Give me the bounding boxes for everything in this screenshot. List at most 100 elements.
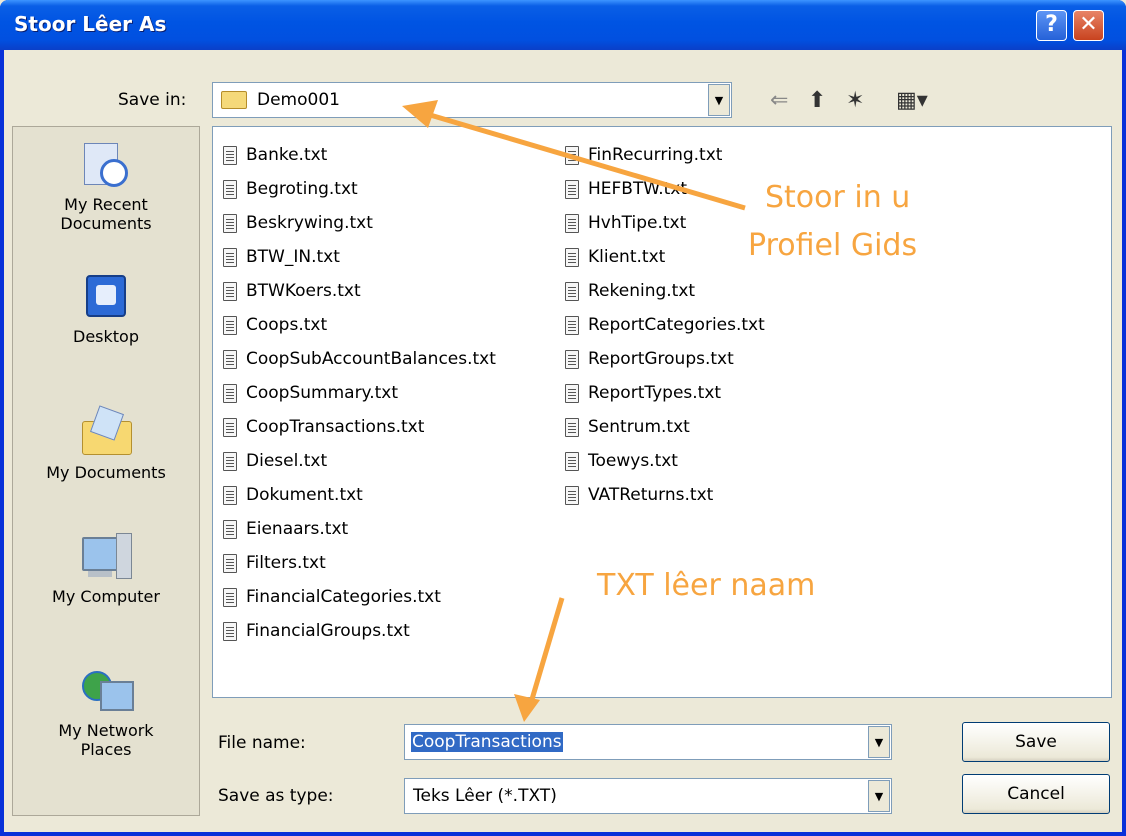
file-item[interactable]: BTWKoers.txt [223, 278, 361, 304]
text-file-icon [223, 145, 237, 165]
text-file-icon [223, 281, 237, 301]
file-item[interactable]: BTW_IN.txt [223, 244, 340, 270]
file-name-text: FinRecurring.txt [588, 145, 723, 165]
help-button[interactable]: ? [1036, 10, 1067, 41]
file-item[interactable]: Diesel.txt [223, 448, 327, 474]
file-item[interactable]: HEFBTW.txt [565, 176, 687, 202]
text-file-icon [223, 383, 237, 403]
file-name-text: FinancialCategories.txt [246, 587, 441, 607]
view-menu-icon[interactable]: ▦▾ [896, 88, 928, 113]
annotation-save-in-1: Stoor in u [765, 180, 911, 215]
text-file-icon [223, 417, 237, 437]
file-item[interactable]: FinancialCategories.txt [223, 584, 441, 610]
file-item[interactable]: ReportCategories.txt [565, 312, 765, 338]
file-list[interactable]: Banke.txt Begroting.txt Beskrywing.txt BTW_… [212, 126, 1112, 698]
text-file-icon [223, 587, 237, 607]
file-item[interactable]: CoopSummary.txt [223, 380, 398, 406]
file-item[interactable]: Klient.txt [565, 244, 665, 270]
place-my-documents[interactable]: My Documents [13, 405, 199, 482]
desktop-icon [78, 273, 134, 323]
title-bar[interactable]: Stoor Lêer As ? ✕ [0, 0, 1126, 50]
file-item[interactable]: HvhTipe.txt [565, 210, 686, 236]
file-name-text: Filters.txt [246, 553, 326, 573]
my-computer-icon [78, 533, 134, 583]
file-name-text: CoopSummary.txt [246, 383, 398, 403]
new-folder-icon[interactable]: ✶ [846, 88, 864, 113]
file-item[interactable]: FinRecurring.txt [565, 142, 722, 168]
text-file-icon [565, 247, 579, 267]
file-item[interactable]: FinancialGroups.txt [223, 618, 410, 644]
file-name-text: CoopTransactions.txt [246, 417, 425, 437]
file-item[interactable]: ReportGroups.txt [565, 346, 734, 372]
text-file-icon [223, 213, 237, 233]
file-item[interactable]: Toewys.txt [565, 448, 678, 474]
text-file-icon [223, 519, 237, 539]
recent-documents-icon [78, 141, 134, 191]
place-recent-documents[interactable]: My Recent Documents [13, 141, 199, 233]
text-file-icon [223, 315, 237, 335]
file-name-value: CoopTransactions [411, 732, 563, 752]
file-item[interactable]: Sentrum.txt [565, 414, 690, 440]
place-label: My Recent Documents [60, 195, 152, 233]
file-name-text: Banke.txt [246, 145, 328, 165]
file-name-text: Begroting.txt [246, 179, 358, 199]
text-file-icon [565, 315, 579, 335]
text-file-icon [223, 179, 237, 199]
text-file-icon [223, 451, 237, 471]
file-name-text: HvhTipe.txt [588, 213, 687, 233]
place-label: My Computer [52, 587, 160, 606]
annotation-save-in-2: Profiel Gids [748, 228, 918, 263]
file-name-text: BTWKoers.txt [246, 281, 361, 301]
file-name-label: File name: [218, 733, 306, 753]
save-in-dropdown[interactable]: Demo001 ▼ [212, 82, 732, 118]
up-folder-icon[interactable]: ⬆ [808, 88, 826, 113]
chevron-down-icon[interactable]: ▼ [708, 84, 730, 116]
text-file-icon [565, 349, 579, 369]
save-type-label: Save as type: [218, 786, 334, 806]
file-item[interactable]: ReportTypes.txt [565, 380, 721, 406]
folder-icon [221, 91, 247, 109]
text-file-icon [565, 145, 579, 165]
text-file-icon [565, 179, 579, 199]
text-file-icon [223, 349, 237, 369]
file-item[interactable]: CoopSubAccountBalances.txt [223, 346, 496, 372]
save-type-dropdown[interactable]: Teks Lêer (*.TXT) ▼ [404, 778, 892, 814]
close-button[interactable]: ✕ [1073, 10, 1104, 41]
file-name-text: ReportTypes.txt [588, 383, 722, 403]
file-item[interactable]: Beskrywing.txt [223, 210, 373, 236]
back-icon[interactable]: ⇐ [770, 88, 788, 113]
place-desktop[interactable]: Desktop [13, 273, 199, 346]
file-item[interactable]: Eienaars.txt [223, 516, 348, 542]
text-file-icon [223, 621, 237, 641]
cancel-button[interactable]: Cancel [962, 774, 1110, 814]
file-item[interactable]: Banke.txt [223, 142, 327, 168]
file-item[interactable]: Dokument.txt [223, 482, 363, 508]
window-title: Stoor Lêer As [14, 12, 167, 36]
file-name-text: HEFBTW.txt [588, 179, 688, 199]
file-name-dropdown-icon[interactable]: ▼ [868, 726, 890, 758]
save-button[interactable]: Save [962, 722, 1110, 762]
file-name-text: BTW_IN.txt [246, 247, 340, 267]
file-name-text: VATReturns.txt [588, 485, 714, 505]
save-type-dropdown-icon[interactable]: ▼ [868, 780, 890, 812]
file-name-text: Beskrywing.txt [246, 213, 373, 233]
file-name-text: Toewys.txt [588, 451, 678, 471]
file-name-field[interactable]: CoopTransactions ▼ [404, 724, 892, 760]
file-name-text: ReportCategories.txt [588, 315, 765, 335]
file-item[interactable]: CoopTransactions.txt [223, 414, 424, 440]
place-label: My Documents [46, 463, 166, 482]
file-name-text: Sentrum.txt [588, 417, 690, 437]
file-item[interactable]: Rekening.txt [565, 278, 695, 304]
place-network[interactable]: My Network Places [13, 667, 199, 759]
text-file-icon [223, 485, 237, 505]
file-item[interactable]: Filters.txt [223, 550, 326, 576]
file-item[interactable]: VATReturns.txt [565, 482, 713, 508]
file-name-text: Klient.txt [588, 247, 666, 267]
file-name-text: Rekening.txt [588, 281, 696, 301]
file-item[interactable]: Begroting.txt [223, 176, 358, 202]
text-file-icon [223, 247, 237, 267]
place-my-computer[interactable]: My Computer [13, 533, 199, 606]
text-file-icon [565, 383, 579, 403]
place-label: My Network Places [58, 721, 154, 759]
file-item[interactable]: Coops.txt [223, 312, 327, 338]
